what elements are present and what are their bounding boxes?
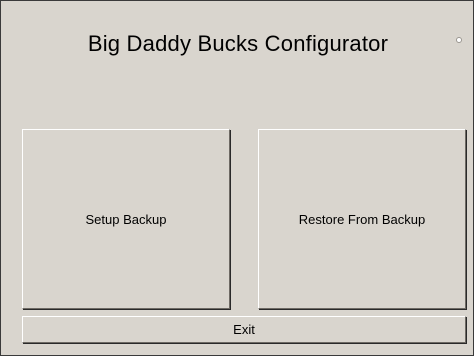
setup-backup-button[interactable]: Setup Backup xyxy=(22,129,230,309)
window-title: Big Daddy Bucks Configurator xyxy=(87,31,389,56)
restore-from-backup-button[interactable]: Restore From Backup xyxy=(258,129,466,309)
exit-button[interactable]: Exit xyxy=(22,316,466,343)
configurator-window: Big Daddy Bucks Configurator Setup Backu… xyxy=(0,0,474,356)
exit-label: Exit xyxy=(233,322,255,337)
status-dot-icon xyxy=(456,37,462,43)
setup-backup-label: Setup Backup xyxy=(85,211,167,227)
restore-from-backup-label: Restore From Backup xyxy=(298,211,426,227)
